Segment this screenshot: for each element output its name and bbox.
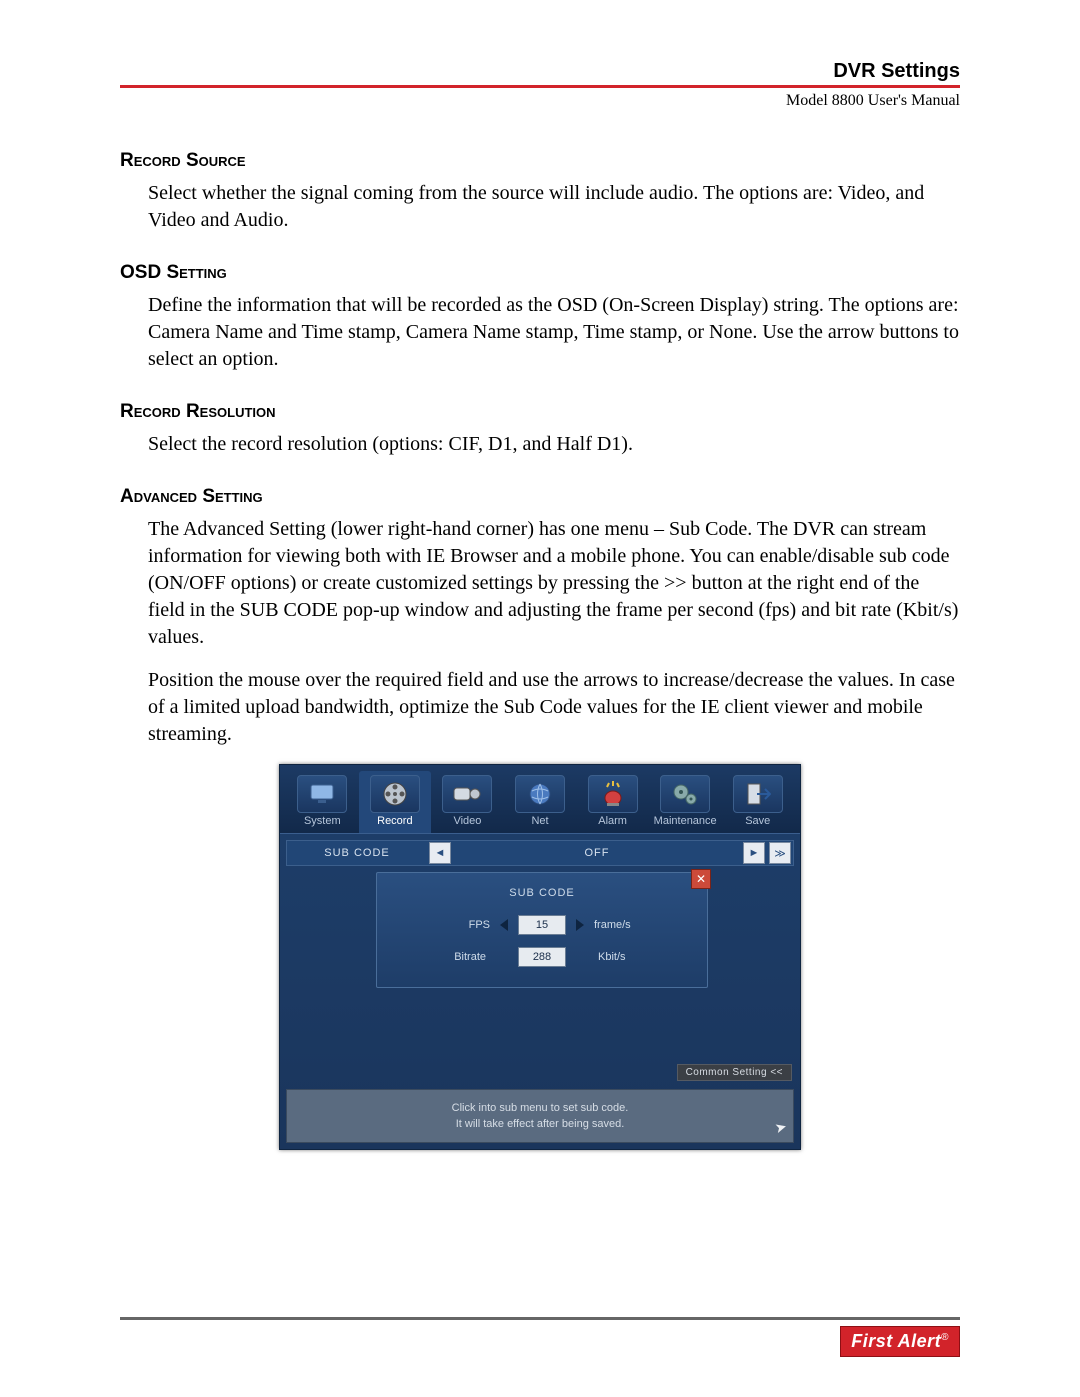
page-footer: First Alert® bbox=[120, 1237, 960, 1357]
popup-close-button[interactable]: ✕ bbox=[691, 869, 711, 889]
bitrate-row: Bitrate 288 Kbit/s bbox=[377, 941, 707, 973]
monitor-icon bbox=[297, 775, 347, 813]
save-exit-icon bbox=[733, 775, 783, 813]
tab-alarm[interactable]: Alarm bbox=[576, 771, 649, 833]
bitrate-label: Bitrate bbox=[426, 951, 486, 963]
subcode-expand-button[interactable]: ≫ bbox=[769, 842, 791, 864]
dvr-settings-window: System Record Video bbox=[279, 764, 801, 1150]
section-heading-record-source: Record Source bbox=[120, 150, 960, 172]
subcode-next-button[interactable]: ► bbox=[743, 842, 765, 864]
subcode-popup: ✕ SUB CODE FPS 15 frame/s Bitrate 288 bbox=[376, 872, 708, 988]
section-body-advanced-setting-2: Position the mouse over the required fie… bbox=[148, 667, 960, 748]
brand-logo: First Alert® bbox=[840, 1326, 960, 1357]
popup-title: SUB CODE bbox=[377, 873, 707, 909]
tab-record[interactable]: Record bbox=[359, 771, 432, 833]
fps-label: FPS bbox=[430, 919, 490, 931]
subcode-field-row: SUB CODE ◄ OFF ► ≫ bbox=[286, 840, 794, 866]
bitrate-value-input[interactable]: 288 bbox=[518, 947, 566, 967]
section-heading-advanced-setting: Advanced Setting bbox=[120, 486, 960, 508]
tab-label: Save bbox=[745, 815, 770, 827]
section-body-record-source: Select whether the signal coming from th… bbox=[148, 180, 960, 234]
page-header-title: DVR Settings bbox=[833, 60, 960, 83]
common-setting-button[interactable]: Common Setting << bbox=[677, 1064, 792, 1081]
tab-label: System bbox=[304, 815, 341, 827]
fps-value-input[interactable]: 15 bbox=[518, 915, 566, 935]
header-divider bbox=[120, 85, 960, 88]
section-body-record-resolution: Select the record resolution (options: C… bbox=[148, 431, 960, 458]
subcode-prev-button[interactable]: ◄ bbox=[429, 842, 451, 864]
fps-row: FPS 15 frame/s bbox=[377, 909, 707, 941]
section-heading-record-resolution: Record Resolution bbox=[120, 401, 960, 423]
hint-panel: Click into sub menu to set sub code. It … bbox=[286, 1089, 794, 1143]
tab-maintenance[interactable]: Maintenance bbox=[649, 771, 722, 833]
camera-icon bbox=[442, 775, 492, 813]
film-reel-icon bbox=[370, 775, 420, 813]
tab-label: Net bbox=[531, 815, 548, 827]
tab-net[interactable]: Net bbox=[504, 771, 577, 833]
tab-video[interactable]: Video bbox=[431, 771, 504, 833]
tab-label: Alarm bbox=[598, 815, 627, 827]
fps-decrease-button[interactable] bbox=[500, 919, 508, 931]
subcode-field-label: SUB CODE bbox=[287, 847, 427, 859]
brand-name: First Alert bbox=[851, 1331, 941, 1351]
alarm-light-icon bbox=[588, 775, 638, 813]
fps-unit: frame/s bbox=[594, 919, 654, 931]
bitrate-unit: Kbit/s bbox=[598, 951, 658, 963]
section-body-osd-setting: Define the information that will be reco… bbox=[148, 292, 960, 373]
tab-label: Maintenance bbox=[654, 815, 717, 827]
section-body-advanced-setting-1: The Advanced Setting (lower right-hand c… bbox=[148, 516, 960, 651]
hint-line-2: It will take effect after being saved. bbox=[295, 1118, 785, 1130]
tab-save[interactable]: Save bbox=[721, 771, 794, 833]
fps-increase-button[interactable] bbox=[576, 919, 584, 931]
mouse-cursor-icon: ➤ bbox=[773, 1118, 789, 1137]
tab-system[interactable]: System bbox=[286, 771, 359, 833]
page-header-subtitle: Model 8800 User's Manual bbox=[120, 92, 960, 110]
section-heading-osd-setting: OSD Setting bbox=[120, 262, 960, 284]
tab-label: Record bbox=[377, 815, 412, 827]
dvr-tab-bar: System Record Video bbox=[280, 765, 800, 834]
tab-label: Video bbox=[453, 815, 481, 827]
subcode-value: OFF bbox=[453, 847, 741, 859]
gears-icon bbox=[660, 775, 710, 813]
registered-mark: ® bbox=[941, 1332, 949, 1343]
globe-icon bbox=[515, 775, 565, 813]
hint-line-1: Click into sub menu to set sub code. bbox=[295, 1102, 785, 1114]
